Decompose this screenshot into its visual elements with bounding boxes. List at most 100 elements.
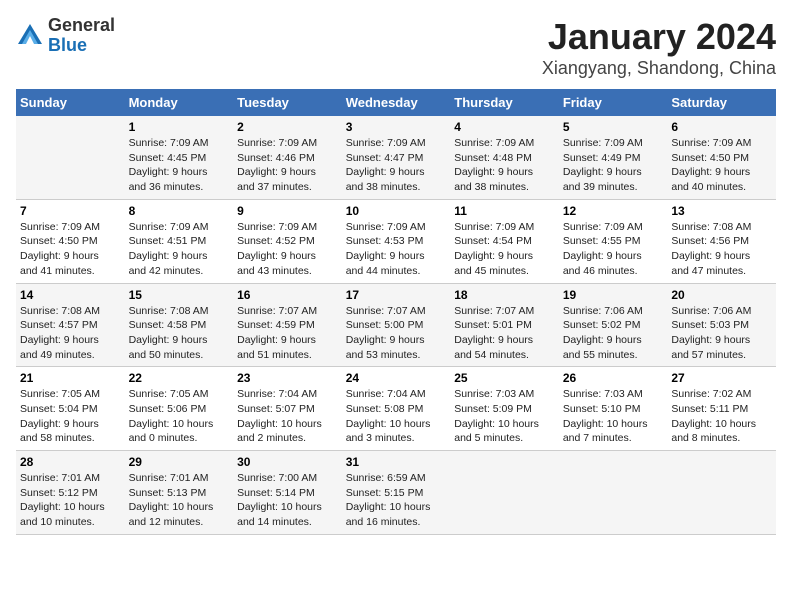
calendar-cell: 20Sunrise: 7:06 AM Sunset: 5:03 PM Dayli… <box>667 283 776 367</box>
calendar-week-3: 14 Sunrise: 7:08 AM Sunset: 4:57 PM Dayli… <box>16 283 776 367</box>
calendar-cell: 21Sunrise: 7:05 AM Sunset: 5:04 PM Dayli… <box>16 367 125 451</box>
calendar-cell: 30 Sunrise: 7:00 AM Sunset: 5:14 PM Dayli… <box>233 451 342 535</box>
calendar-cell <box>16 116 125 199</box>
day-number: 9 <box>237 204 338 218</box>
calendar-cell: 22 Sunrise: 7:05 AM Sunset: 5:06 PM Dayli… <box>125 367 234 451</box>
calendar-cell: 29Sunrise: 7:01 AM Sunset: 5:13 PM Dayli… <box>125 451 234 535</box>
day-info: Sunrise: 7:09 AM Sunset: 4:46 PM Dayligh… <box>237 136 338 195</box>
day-info: Sunrise: 7:09 AM Sunset: 4:45 PM Dayligh… <box>129 136 230 195</box>
day-info: Sunrise: 7:09 AM Sunset: 4:50 PM Dayligh… <box>671 136 772 195</box>
day-number: 14 <box>20 288 121 302</box>
day-number: 17 <box>346 288 447 302</box>
calendar-cell: 28Sunrise: 7:01 AM Sunset: 5:12 PM Dayli… <box>16 451 125 535</box>
calendar-cell: 19 Sunrise: 7:06 AM Sunset: 5:02 PM Dayli… <box>559 283 668 367</box>
calendar-cell: 13 Sunrise: 7:08 AM Sunset: 4:56 PM Dayli… <box>667 199 776 283</box>
day-info: Sunrise: 7:06 AM Sunset: 5:02 PM Dayligh… <box>563 304 664 363</box>
day-number: 23 <box>237 371 338 385</box>
day-info: Sunrise: 7:03 AM Sunset: 5:09 PM Dayligh… <box>454 387 555 446</box>
title-block: January 2024 Xiangyang, Shandong, China <box>542 16 776 79</box>
day-number: 26 <box>563 371 664 385</box>
day-number: 30 <box>237 455 338 469</box>
day-number: 29 <box>129 455 230 469</box>
calendar-cell: 25 Sunrise: 7:03 AM Sunset: 5:09 PM Dayli… <box>450 367 559 451</box>
day-number: 16 <box>237 288 338 302</box>
day-info: Sunrise: 7:09 AM Sunset: 4:49 PM Dayligh… <box>563 136 664 195</box>
day-number: 20 <box>671 288 772 302</box>
page-subtitle: Xiangyang, Shandong, China <box>542 58 776 79</box>
day-number: 8 <box>129 204 230 218</box>
header-cell-saturday: Saturday <box>667 89 776 116</box>
calendar-cell: 10 Sunrise: 7:09 AM Sunset: 4:53 PM Dayli… <box>342 199 451 283</box>
day-number: 4 <box>454 120 555 134</box>
header-row: SundayMondayTuesdayWednesdayThursdayFrid… <box>16 89 776 116</box>
day-info: Sunrise: 7:01 AM Sunset: 5:12 PM Dayligh… <box>20 471 121 530</box>
calendar-cell: 17 Sunrise: 7:07 AM Sunset: 5:00 PM Dayli… <box>342 283 451 367</box>
calendar-cell: 12 Sunrise: 7:09 AM Sunset: 4:55 PM Dayli… <box>559 199 668 283</box>
day-info: Sunrise: 7:05 AM Sunset: 5:06 PM Dayligh… <box>129 387 230 446</box>
day-number: 12 <box>563 204 664 218</box>
day-info: Sunrise: 7:08 AM Sunset: 4:56 PM Dayligh… <box>671 220 772 279</box>
calendar-table: SundayMondayTuesdayWednesdayThursdayFrid… <box>16 89 776 535</box>
calendar-cell: 11Sunrise: 7:09 AM Sunset: 4:54 PM Dayli… <box>450 199 559 283</box>
day-number: 13 <box>671 204 772 218</box>
day-info: Sunrise: 7:09 AM Sunset: 4:55 PM Dayligh… <box>563 220 664 279</box>
header-cell-tuesday: Tuesday <box>233 89 342 116</box>
calendar-cell: 24 Sunrise: 7:04 AM Sunset: 5:08 PM Dayli… <box>342 367 451 451</box>
day-number: 25 <box>454 371 555 385</box>
calendar-week-5: 28Sunrise: 7:01 AM Sunset: 5:12 PM Dayli… <box>16 451 776 535</box>
calendar-cell: 8Sunrise: 7:09 AM Sunset: 4:51 PM Daylig… <box>125 199 234 283</box>
day-number: 5 <box>563 120 664 134</box>
day-info: Sunrise: 7:07 AM Sunset: 4:59 PM Dayligh… <box>237 304 338 363</box>
day-info: Sunrise: 7:09 AM Sunset: 4:53 PM Dayligh… <box>346 220 447 279</box>
day-info: Sunrise: 7:09 AM Sunset: 4:47 PM Dayligh… <box>346 136 447 195</box>
header-cell-thursday: Thursday <box>450 89 559 116</box>
day-info: Sunrise: 7:08 AM Sunset: 4:57 PM Dayligh… <box>20 304 121 363</box>
day-info: Sunrise: 7:04 AM Sunset: 5:07 PM Dayligh… <box>237 387 338 446</box>
day-number: 2 <box>237 120 338 134</box>
day-number: 10 <box>346 204 447 218</box>
page-header: General Blue January 2024 Xiangyang, Sha… <box>16 16 776 79</box>
calendar-cell: 26 Sunrise: 7:03 AM Sunset: 5:10 PM Dayli… <box>559 367 668 451</box>
calendar-cell: 2 Sunrise: 7:09 AM Sunset: 4:46 PM Daylig… <box>233 116 342 199</box>
page-title: January 2024 <box>542 16 776 58</box>
calendar-week-4: 21Sunrise: 7:05 AM Sunset: 5:04 PM Dayli… <box>16 367 776 451</box>
day-number: 19 <box>563 288 664 302</box>
day-number: 31 <box>346 455 447 469</box>
calendar-cell: 4 Sunrise: 7:09 AM Sunset: 4:48 PM Daylig… <box>450 116 559 199</box>
day-number: 6 <box>671 120 772 134</box>
day-number: 18 <box>454 288 555 302</box>
logo-icon <box>16 22 44 50</box>
calendar-cell: 27Sunrise: 7:02 AM Sunset: 5:11 PM Dayli… <box>667 367 776 451</box>
logo-blue: Blue <box>48 35 87 55</box>
day-info: Sunrise: 7:00 AM Sunset: 5:14 PM Dayligh… <box>237 471 338 530</box>
day-info: Sunrise: 7:07 AM Sunset: 5:01 PM Dayligh… <box>454 304 555 363</box>
day-info: Sunrise: 7:07 AM Sunset: 5:00 PM Dayligh… <box>346 304 447 363</box>
calendar-cell: 31Sunrise: 6:59 AM Sunset: 5:15 PM Dayli… <box>342 451 451 535</box>
header-cell-wednesday: Wednesday <box>342 89 451 116</box>
day-info: Sunrise: 7:05 AM Sunset: 5:04 PM Dayligh… <box>20 387 121 446</box>
day-number: 7 <box>20 204 121 218</box>
calendar-cell: 14 Sunrise: 7:08 AM Sunset: 4:57 PM Dayli… <box>16 283 125 367</box>
calendar-cell: 9Sunrise: 7:09 AM Sunset: 4:52 PM Daylig… <box>233 199 342 283</box>
calendar-cell <box>667 451 776 535</box>
calendar-cell: 16 Sunrise: 7:07 AM Sunset: 4:59 PM Dayli… <box>233 283 342 367</box>
calendar-cell: 6 Sunrise: 7:09 AM Sunset: 4:50 PM Daylig… <box>667 116 776 199</box>
day-info: Sunrise: 7:03 AM Sunset: 5:10 PM Dayligh… <box>563 387 664 446</box>
calendar-cell: 3Sunrise: 7:09 AM Sunset: 4:47 PM Daylig… <box>342 116 451 199</box>
calendar-cell: 15Sunrise: 7:08 AM Sunset: 4:58 PM Dayli… <box>125 283 234 367</box>
day-info: Sunrise: 7:08 AM Sunset: 4:58 PM Dayligh… <box>129 304 230 363</box>
day-info: Sunrise: 7:04 AM Sunset: 5:08 PM Dayligh… <box>346 387 447 446</box>
calendar-cell: 23 Sunrise: 7:04 AM Sunset: 5:07 PM Dayli… <box>233 367 342 451</box>
day-number: 24 <box>346 371 447 385</box>
header-cell-sunday: Sunday <box>16 89 125 116</box>
day-number: 22 <box>129 371 230 385</box>
calendar-cell <box>450 451 559 535</box>
header-cell-friday: Friday <box>559 89 668 116</box>
calendar-week-2: 7Sunrise: 7:09 AM Sunset: 4:50 PM Daylig… <box>16 199 776 283</box>
logo-general: General <box>48 15 115 35</box>
day-number: 27 <box>671 371 772 385</box>
day-number: 1 <box>129 120 230 134</box>
day-info: Sunrise: 7:09 AM Sunset: 4:48 PM Dayligh… <box>454 136 555 195</box>
day-number: 11 <box>454 204 555 218</box>
calendar-cell: 1 Sunrise: 7:09 AM Sunset: 4:45 PM Daylig… <box>125 116 234 199</box>
